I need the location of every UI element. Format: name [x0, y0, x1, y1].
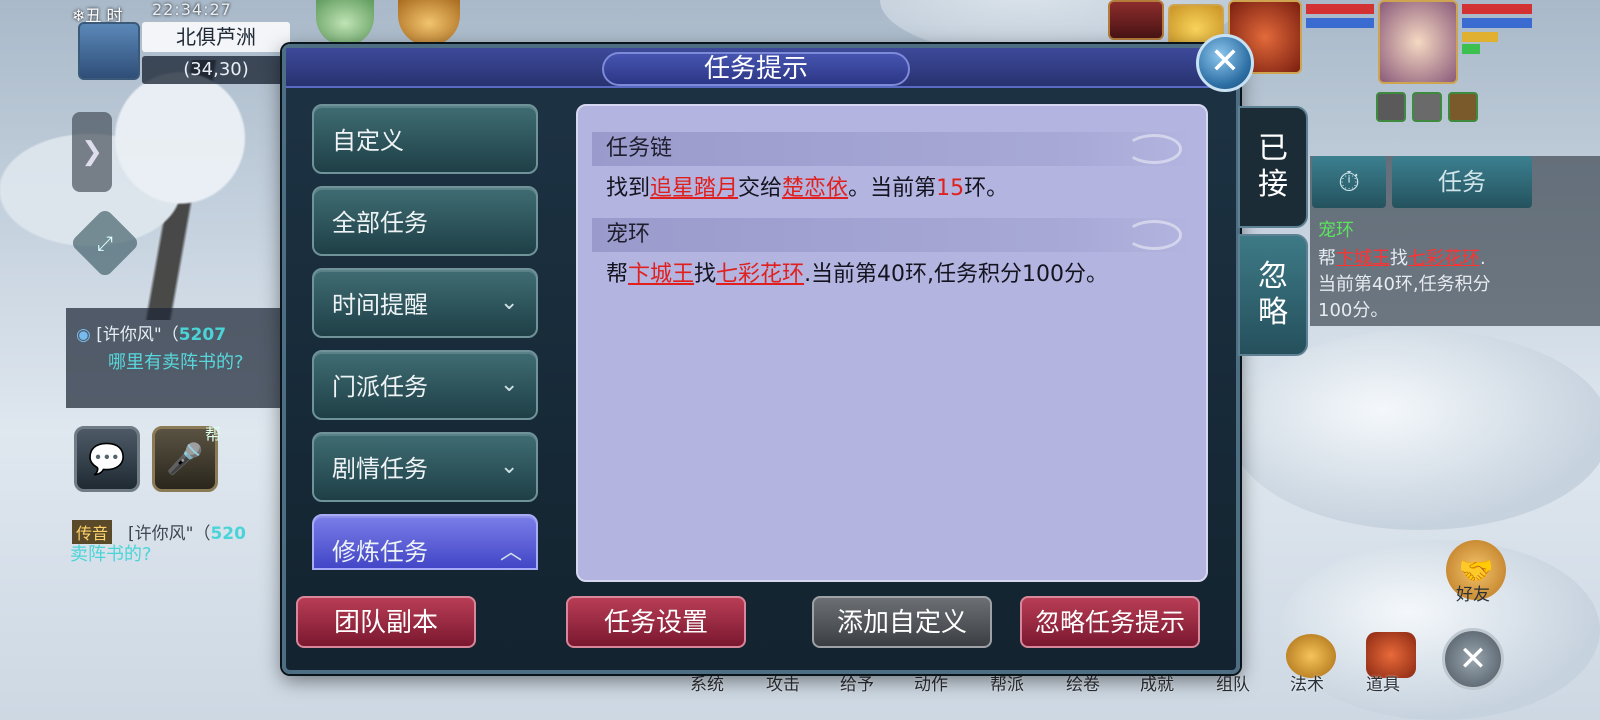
- pet-ring-description: 帮卞城王找七彩花环.当前第40环,任务积分100分。: [606, 262, 1109, 287]
- stopwatch-icon: ⏱: [1338, 165, 1360, 198]
- chat-button[interactable]: 💬: [74, 426, 140, 492]
- cloud-ornament: [1126, 220, 1182, 250]
- section-header-pet-ring: 宠环: [592, 218, 1192, 252]
- category-custom[interactable]: 自定义: [312, 104, 538, 174]
- chat-bubble[interactable]: ◉ [许你风"（5207 哪里有卖阵书的?: [66, 308, 286, 408]
- dialog-close-button[interactable]: ✕: [1196, 34, 1254, 92]
- category-cultivation-quests[interactable]: 修炼任务 ︿: [312, 514, 538, 570]
- map-icon[interactable]: [78, 22, 140, 80]
- chat-message-secondary[interactable]: 传音 [许你风"（520 卖阵书的?: [66, 516, 286, 566]
- target-mp-bar: [1306, 18, 1374, 28]
- chat-sender-id: 520: [210, 524, 246, 544]
- menu-inventory[interactable]: 道具: [1366, 670, 1400, 695]
- close-icon: ✕: [1458, 639, 1488, 679]
- timer-tab[interactable]: ⏱: [1312, 156, 1386, 208]
- tab-accepted[interactable]: 已 接: [1238, 106, 1308, 228]
- quest-npc-link[interactable]: 卞城王: [628, 262, 694, 287]
- chat-sender: [许你风"（: [96, 325, 179, 345]
- quest-detail-panel: 任务链 找到追星踏月交给楚恋依。当前第15环。 宠环 帮卞城王找七彩花环.当前第…: [576, 104, 1208, 582]
- voice-channel-badge: 帮: [204, 425, 221, 444]
- treasure-chest-icon[interactable]: [1108, 0, 1164, 40]
- quest-item-link[interactable]: 七彩花环: [716, 262, 804, 287]
- chevron-down-icon: ⌄: [500, 454, 519, 479]
- category-time-reminder[interactable]: 时间提醒 ⌄: [312, 268, 538, 338]
- coordinates: (34,30): [142, 56, 290, 84]
- tracker-quest-line: 100分。: [1318, 300, 1389, 321]
- player-portrait[interactable]: [1378, 0, 1458, 84]
- buff-icon[interactable]: [1376, 92, 1406, 122]
- tracker-tab-task[interactable]: 任务: [1392, 156, 1532, 208]
- quest-round-number: 15: [936, 176, 965, 201]
- chevron-down-icon: ⌄: [500, 372, 519, 397]
- close-icon: ✕: [1209, 41, 1241, 82]
- pet-avatar-icon[interactable]: [316, 0, 374, 46]
- chat-sender-id: 5207: [178, 325, 227, 345]
- section-header-quest-chain: 任务链: [592, 132, 1192, 166]
- quest-npc-link[interactable]: 楚恋依: [782, 176, 848, 201]
- team-dungeon-button[interactable]: 团队副本: [296, 596, 476, 648]
- friends-label: 好友: [1456, 585, 1490, 605]
- snow-mound: [1230, 330, 1600, 530]
- tab-ignored[interactable]: 忽 略: [1238, 234, 1308, 356]
- clock: 22:34:27: [152, 0, 232, 19]
- category-all-quests[interactable]: 全部任务: [312, 186, 538, 256]
- quest-hint-dialog: 任务提示 ✕ 自定义 全部任务 时间提醒 ⌄ 门派任务 ⌄ 剧情任务 ⌄ 修炼任…: [282, 34, 1254, 674]
- player-sp-bar: [1462, 32, 1498, 42]
- buff-icon[interactable]: [1412, 92, 1442, 122]
- menu-spell[interactable]: 法术: [1290, 670, 1324, 695]
- bottom-menu-bar: 系统 攻击 给予 动作 帮派 绘卷 成就 组队 法术 道具: [680, 670, 1440, 710]
- sidebar-toggle-button[interactable]: ❯: [72, 112, 112, 192]
- buff-icon[interactable]: [1448, 92, 1478, 122]
- map-name: 北俱芦洲: [142, 22, 290, 52]
- snowy-tree: [0, 60, 300, 320]
- target-hp-bar: [1306, 4, 1374, 14]
- speech-bubble-icon: 💬: [88, 441, 126, 477]
- activity-icon[interactable]: [398, 0, 460, 46]
- chevron-down-icon: ⌄: [500, 290, 519, 315]
- category-story-quests[interactable]: 剧情任务 ⌄: [312, 432, 538, 502]
- minimap-panel[interactable]: ❄丑 时 22:34:27 北俱芦洲 (34,30): [72, 0, 292, 86]
- player-hp-bar: [1462, 4, 1532, 14]
- dialog-titlebar: 任务提示: [286, 48, 1236, 88]
- tracker-item-link[interactable]: 七彩花环: [1408, 248, 1480, 269]
- chat-message: 哪里有卖阵书的?: [108, 352, 244, 373]
- category-sect-quests[interactable]: 门派任务 ⌄: [312, 350, 538, 420]
- game-screen: ❄丑 时 22:34:27 北俱芦洲 (34,30) ❯ ⤢ ◉ [许你风"（5…: [0, 0, 1600, 720]
- dialog-title: 任务提示: [703, 54, 808, 84]
- ignore-task-hints-button[interactable]: 忽略任务提示: [1020, 596, 1200, 648]
- cloud-ornament: [1126, 134, 1182, 164]
- player-mp-bar: [1462, 18, 1532, 28]
- add-custom-button[interactable]: 添加自定义: [812, 596, 992, 648]
- player-exp-bar: [1462, 44, 1480, 54]
- task-settings-button[interactable]: 任务设置: [566, 596, 746, 648]
- tracker-quest-line: 当前第40环,任务积分: [1318, 274, 1491, 295]
- close-menu-button[interactable]: ✕: [1442, 628, 1504, 690]
- chat-channel-icon: ◉: [76, 325, 97, 345]
- tracker-quest-line: 帮卞城王找七彩花环.: [1318, 248, 1486, 269]
- microphone-icon: 🎤: [166, 441, 204, 477]
- quest-chain-description: 找到追星踏月交给楚恋依。当前第15环。: [606, 176, 1009, 201]
- chevron-up-icon: ︿: [500, 540, 523, 565]
- quest-tracker[interactable]: ⏱ 任务 宠环 帮卞城王找七彩花环. 当前第40环,任务积分 100分。: [1310, 156, 1600, 326]
- tracker-quest-title: 宠环: [1318, 220, 1354, 241]
- voice-button[interactable]: 🎤 帮: [152, 425, 221, 492]
- tracker-npc-link[interactable]: 卞城王: [1336, 248, 1390, 269]
- chat-message: 卖阵书的?: [70, 544, 152, 565]
- quest-item-link[interactable]: 追星踏月: [650, 176, 738, 201]
